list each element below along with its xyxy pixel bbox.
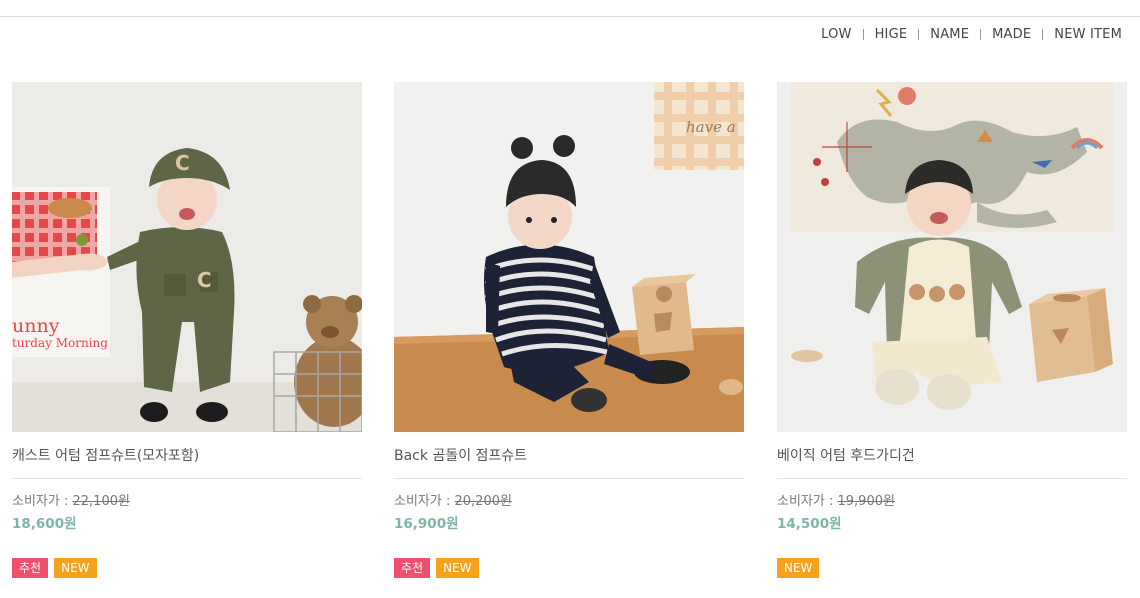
new-badge: NEW (54, 558, 97, 578)
sale-price: 14,500원 (777, 516, 842, 532)
consumer-price-value: 19,900원 (837, 494, 895, 509)
consumer-price-label: 소비자가 : (777, 494, 838, 509)
sort-separator (980, 29, 982, 40)
product-card: have a Back 곰돌이 점프슈트 소비자가: 20,200원 16,9… (394, 82, 744, 578)
new-badge: NEW (436, 558, 479, 578)
product-image[interactable]: have a (394, 82, 744, 432)
badge-group: NEW (777, 558, 820, 578)
sort-made[interactable]: MADE (992, 27, 1031, 42)
sort-high[interactable]: HIGE (875, 27, 908, 42)
consumer-price: 소비자가 : 20,200원 (394, 490, 744, 509)
top-divider (0, 16, 1140, 17)
recommend-badge: 추천 (394, 558, 431, 578)
poster-text-2: turday Morning (12, 336, 108, 350)
consumer-price-value: 20,200원 (454, 494, 512, 509)
baby-in-green-jumpsuit-photo: unny turday Morning C C (12, 82, 362, 432)
product-image[interactable]: unny turday Morning C C (12, 82, 362, 432)
card-divider (394, 478, 744, 479)
poster-text-1: unny (12, 315, 60, 337)
sort-low[interactable]: LOW (821, 27, 851, 42)
sort-menu: LOW HIGE NAME MADE NEW ITEM (821, 27, 1122, 42)
consumer-price-value: 22,100원 (72, 494, 130, 509)
badge-group: 추천 NEW (394, 558, 479, 578)
consumer-price: 소비자가 : 19,900원 (777, 490, 1127, 509)
sort-separator (862, 29, 864, 40)
new-badge: NEW (777, 558, 820, 578)
product-name[interactable]: 캐스트 어텀 점프슈트(모자포함) (12, 445, 362, 465)
sort-separator (918, 29, 920, 40)
product-image[interactable] (777, 82, 1127, 432)
consumer-price: 소비자가 : 22,100원 (12, 490, 362, 509)
baby-in-striped-jumpsuit-photo: have a (394, 82, 744, 432)
product-card: 베이직 어텀 후드가디건 소비자가 : 19,900원 14,500원 NEW (777, 82, 1127, 578)
sort-separator (1042, 29, 1044, 40)
card-divider (12, 478, 362, 479)
consumer-price-label: 소비자가 : (12, 494, 73, 509)
card-divider (777, 478, 1127, 479)
sale-price: 16,900원 (394, 516, 459, 532)
badge-group: 추천 NEW (12, 558, 97, 578)
svg-text:C: C (197, 268, 212, 292)
recommend-badge: 추천 (12, 558, 49, 578)
consumer-price-label: 소비자가 : (394, 494, 455, 509)
svg-text:C: C (175, 151, 190, 175)
sort-new-item[interactable]: NEW ITEM (1054, 27, 1122, 42)
product-card: unny turday Morning C C 캐스트 어텀 점프슈트(모자포함… (12, 82, 362, 578)
sale-price: 18,600원 (12, 516, 77, 532)
sort-name[interactable]: NAME (930, 27, 969, 42)
towel-text: have a (686, 118, 736, 136)
product-name[interactable]: 베이직 어텀 후드가디건 (777, 445, 1127, 465)
product-name[interactable]: Back 곰돌이 점프슈트 (394, 445, 744, 465)
baby-in-cardigan-photo (777, 82, 1127, 432)
